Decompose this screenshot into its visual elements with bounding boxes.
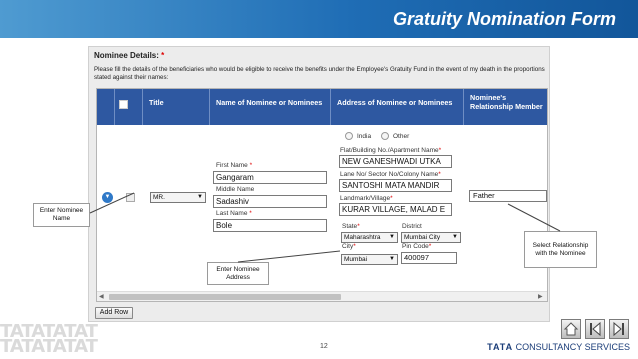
next-icon: [613, 321, 624, 337]
tcs-brand-bold: TATA: [487, 342, 514, 352]
tata-pattern-logo: TATATATAT TATATATAT: [0, 324, 98, 357]
previous-button[interactable]: [585, 319, 605, 339]
home-icon: [563, 322, 579, 336]
tcs-footer-logo: TATA CONSULTANCY SERVICES: [487, 342, 630, 352]
previous-icon: [590, 321, 601, 337]
connector-address: [237, 250, 341, 263]
next-button[interactable]: [609, 319, 629, 339]
tcs-brand-rest: CONSULTANCY SERVICES: [515, 342, 630, 352]
page-number: 12: [320, 343, 328, 350]
slide: Gratuity Nomination Form Nominee Details…: [0, 0, 638, 359]
home-button[interactable]: [561, 319, 581, 339]
connector-relationship: [507, 203, 561, 232]
callout-connectors: [89, 192, 561, 263]
connector-name: [89, 192, 135, 214]
